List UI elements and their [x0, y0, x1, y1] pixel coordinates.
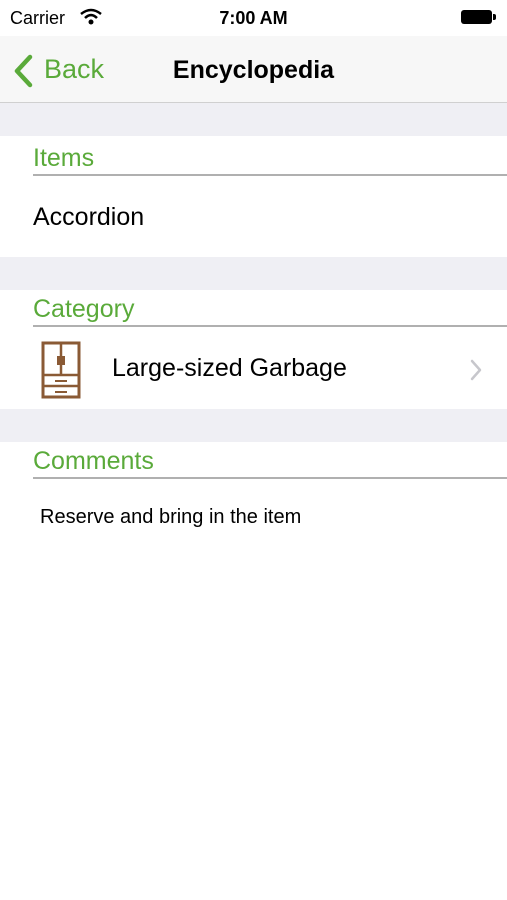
battery-icon: [461, 10, 497, 24]
cabinet-icon: [41, 341, 81, 399]
clock: 7:00 AM: [219, 8, 288, 28]
category-header: Category: [33, 287, 507, 327]
items-header: Items: [33, 136, 507, 176]
comments-header: Comments: [33, 439, 507, 479]
comment-text: Reserve and bring in the item: [40, 506, 302, 528]
chevron-right-icon: [470, 359, 482, 381]
navigation-bar: Back Encyclopedia: [0, 36, 507, 103]
section-spacer: [0, 257, 507, 290]
category-row[interactable]: Large-sized Garbage: [0, 327, 507, 411]
section-spacer: [0, 409, 507, 442]
category-label: Large-sized Garbage: [112, 354, 347, 382]
page-title: Encyclopedia: [172, 56, 335, 84]
section-spacer: [0, 103, 507, 136]
item-name: Accordion: [33, 203, 145, 231]
status-bar: Carrier 7:00 AM: [0, 0, 507, 36]
